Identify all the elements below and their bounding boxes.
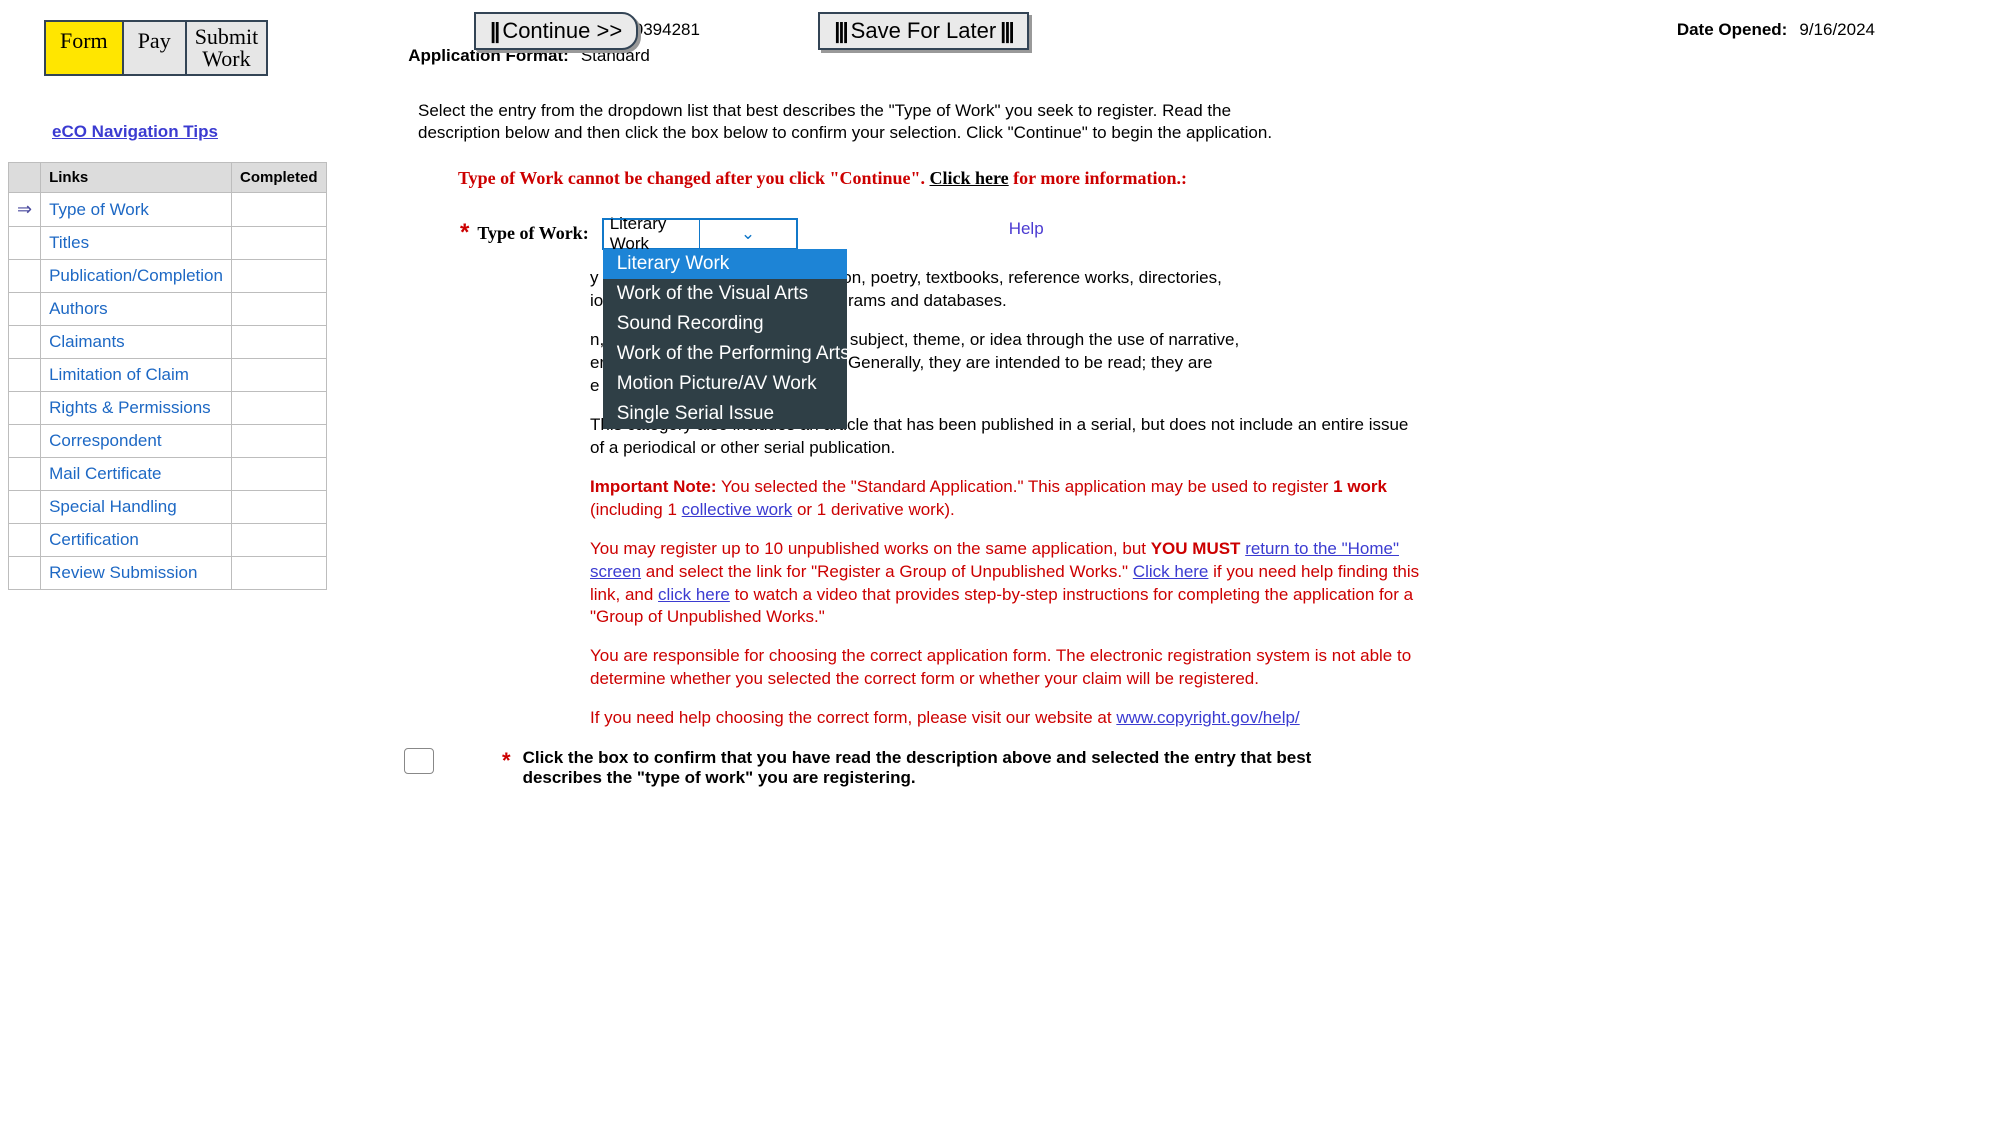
arrow-cell [9, 326, 41, 359]
type-of-work-select[interactable]: Literary Work ⌄ [603, 219, 797, 249]
confirm-text: Click the box to confirm that you have r… [523, 748, 1323, 788]
copyright-help-link[interactable]: www.copyright.gov/help/ [1116, 708, 1299, 727]
type-of-work-options: Literary WorkWork of the Visual ArtsSoun… [603, 249, 847, 429]
sidebar-link[interactable]: Claimants [49, 332, 125, 351]
sidebar-link[interactable]: Titles [49, 233, 89, 252]
arrow-cell: ⇒ [9, 193, 41, 227]
sidebar-link[interactable]: Authors [49, 299, 108, 318]
arrow-cell [9, 425, 41, 458]
sidebar-link[interactable]: Special Handling [49, 497, 177, 516]
dropdown-option[interactable]: Work of the Visual Arts [603, 279, 847, 309]
dropdown-option[interactable]: Single Serial Issue [603, 399, 847, 429]
sidebar-link[interactable]: Mail Certificate [49, 464, 161, 483]
tab-form[interactable]: Form [46, 22, 124, 74]
nav-tips-link[interactable]: eCO Navigation Tips [52, 122, 304, 142]
top-tabs: Form Pay Submit Work [44, 20, 268, 76]
chevron-down-icon: ⌄ [699, 220, 796, 248]
continue-button[interactable]: ||Continue >> [474, 12, 638, 50]
dropdown-option[interactable]: Sound Recording [603, 309, 847, 339]
links-header: Links [41, 163, 232, 193]
arrow-cell [9, 227, 41, 260]
confirm-checkbox[interactable] [404, 748, 434, 774]
sidebar-link[interactable]: Type of Work [49, 200, 149, 219]
instructions-text: Select the entry from the dropdown list … [418, 100, 1298, 144]
required-asterisk: * [460, 219, 469, 247]
click-here-link[interactable]: Click here [930, 168, 1009, 188]
save-for-later-button[interactable]: |||Save For Later||| [818, 12, 1028, 50]
click-here-help-link[interactable]: Click here [1133, 562, 1209, 581]
collective-work-link[interactable]: collective work [682, 500, 793, 519]
arrow-cell [9, 557, 41, 590]
click-here-video-link[interactable]: click here [658, 585, 730, 604]
tab-pay[interactable]: Pay [124, 22, 187, 74]
arrow-cell [9, 491, 41, 524]
required-asterisk: * [502, 748, 511, 774]
bars-icon: ||| [1000, 18, 1012, 43]
links-table: Links Completed ⇒Type of WorkTitlesPubli… [8, 162, 327, 590]
arrow-cell [9, 524, 41, 557]
type-of-work-warning: Type of Work cannot be changed after you… [458, 168, 1995, 189]
tab-submit-work[interactable]: Submit Work [187, 22, 267, 74]
type-of-work-label: Type of Work: [477, 223, 588, 244]
sidebar-link[interactable]: Review Submission [49, 563, 197, 582]
sidebar-link[interactable]: Limitation of Claim [49, 365, 189, 384]
sidebar-link[interactable]: Certification [49, 530, 139, 549]
sidebar-link[interactable]: Publication/Completion [49, 266, 223, 285]
dropdown-option[interactable]: Literary Work [603, 249, 847, 279]
tab-submit-line2: Work [202, 46, 250, 71]
arrow-cell [9, 392, 41, 425]
arrow-cell [9, 359, 41, 392]
dropdown-option[interactable]: Motion Picture/AV Work [603, 369, 847, 399]
sidebar-link[interactable]: Rights & Permissions [49, 398, 211, 417]
bars-icon: ||| [834, 18, 846, 43]
sidebar-link[interactable]: Correspondent [49, 431, 161, 450]
bars-icon: || [490, 18, 498, 43]
help-link[interactable]: Help [1009, 219, 1044, 239]
arrow-cell [9, 260, 41, 293]
dropdown-option[interactable]: Work of the Performing Arts [603, 339, 847, 369]
arrow-cell [9, 293, 41, 326]
arrow-cell [9, 458, 41, 491]
